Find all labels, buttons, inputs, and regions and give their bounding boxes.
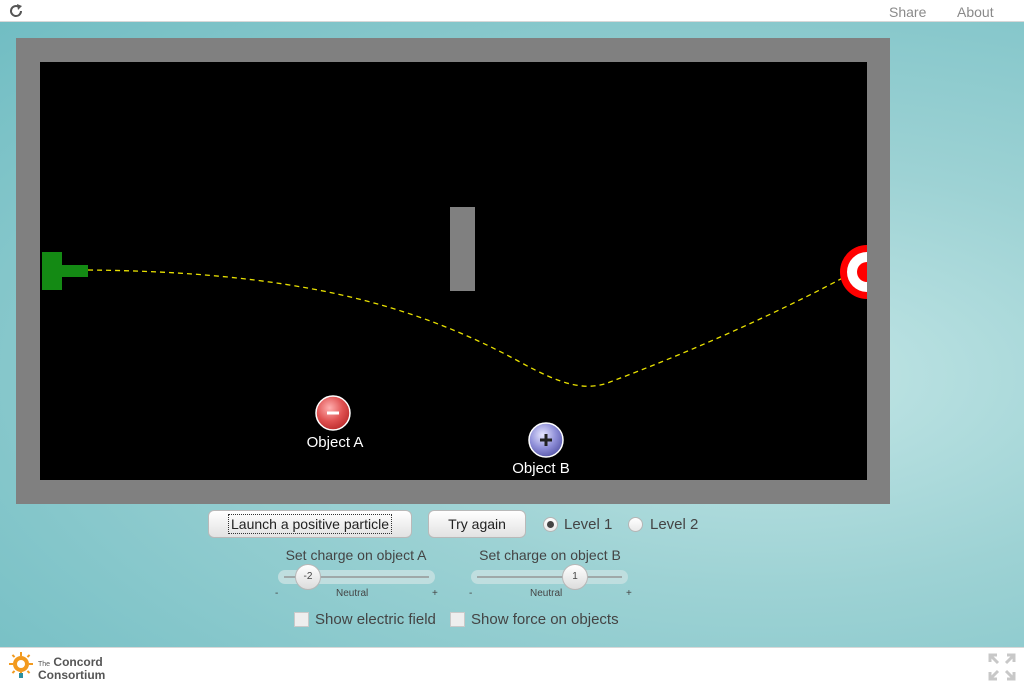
- show-electric-field-checkbox[interactable]: [294, 612, 309, 627]
- launcher-barrel: [62, 265, 88, 277]
- simulation-stage: Object A Object B: [40, 62, 867, 480]
- object-a-charge[interactable]: [315, 395, 351, 431]
- slider-b-line: [477, 576, 622, 578]
- show-electric-field-label[interactable]: Show electric field: [315, 611, 436, 628]
- launch-particle-label: Launch a positive particle: [228, 514, 392, 534]
- stage-canvas: [42, 207, 867, 458]
- share-link[interactable]: Share: [889, 4, 926, 20]
- concord-logo-text: The Concord Consortium: [38, 655, 106, 682]
- slider-b-min-label: -: [469, 588, 473, 599]
- launch-particle-button[interactable]: Launch a positive particle: [208, 510, 412, 538]
- object-a-label: Object A: [306, 434, 364, 451]
- logo-the: The: [38, 661, 51, 668]
- show-force-checkbox[interactable]: [450, 612, 465, 627]
- slider-a-neutral-label: Neutral: [336, 588, 369, 599]
- slider-b-max-label: +: [626, 588, 632, 599]
- slider-b-neutral-label: Neutral: [530, 588, 563, 599]
- concord-logo[interactable]: The Concord Consortium: [8, 652, 118, 682]
- barrier-block: [450, 207, 475, 291]
- reload-icon[interactable]: [8, 3, 24, 19]
- charge-a-slider-thumb[interactable]: -2: [295, 564, 321, 590]
- logo-line1: Concord: [53, 655, 103, 669]
- charge-b-slider-thumb[interactable]: 1: [562, 564, 588, 590]
- level-2-radio[interactable]: [628, 517, 643, 532]
- launcher-body: [42, 252, 62, 290]
- slider-a-min-label: -: [275, 588, 279, 599]
- try-again-button[interactable]: Try again: [428, 510, 526, 538]
- charge-b-slider[interactable]: [471, 570, 628, 584]
- fullscreen-icon[interactable]: [988, 653, 1016, 681]
- level-1-radio[interactable]: [543, 517, 558, 532]
- show-force-label[interactable]: Show force on objects: [471, 611, 619, 628]
- slider-a-max-label: +: [432, 588, 438, 599]
- level-2-label[interactable]: Level 2: [650, 516, 698, 533]
- object-b-label: Object B: [512, 460, 570, 477]
- about-link[interactable]: About: [957, 4, 994, 20]
- footer-bar: The Concord Consortium: [0, 647, 1024, 684]
- top-bar: Share About: [0, 0, 1024, 22]
- slider-a-title: Set charge on object A: [285, 547, 427, 563]
- object-b-charge[interactable]: [528, 422, 564, 458]
- level-1-label[interactable]: Level 1: [564, 516, 612, 533]
- logo-line2: Consortium: [38, 668, 106, 682]
- slider-b-title: Set charge on object B: [479, 547, 621, 563]
- concord-logo-icon: [9, 652, 33, 678]
